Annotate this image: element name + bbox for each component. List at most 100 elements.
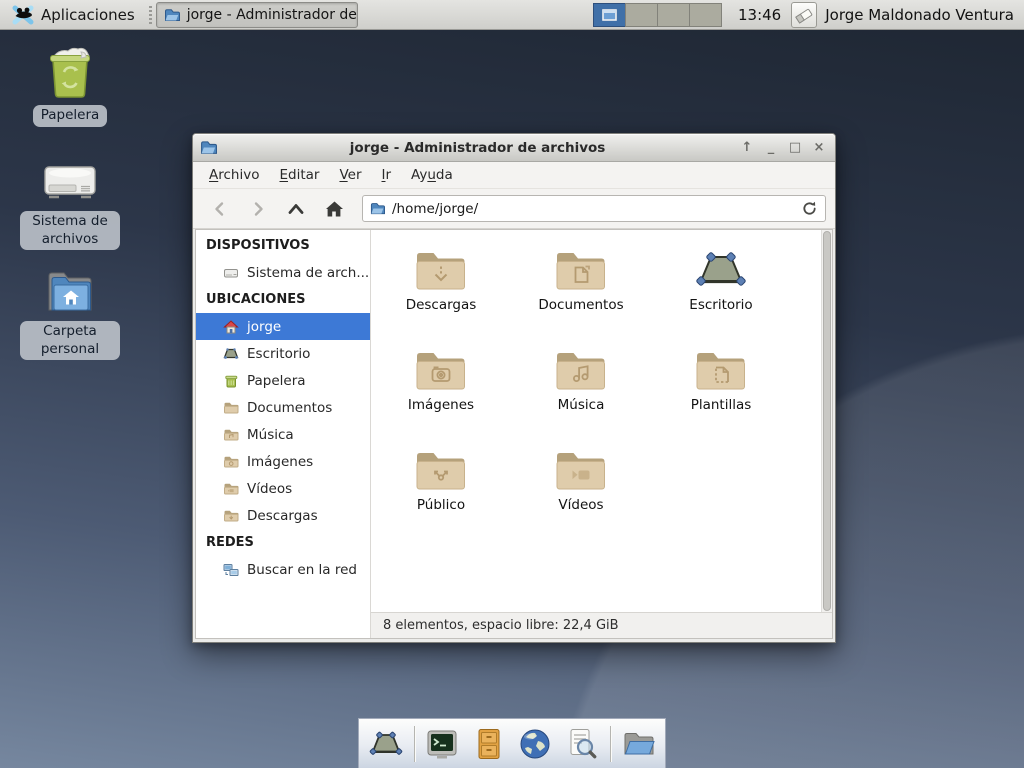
sidebar-header-places: UBICACIONES [196, 286, 370, 313]
file-manager-window: jorge - Administrador de archivos ↑ _ □ … [192, 133, 836, 643]
file-tile-escritorio[interactable]: Escritorio [651, 240, 791, 340]
path-text[interactable]: /home/jorge/ [392, 201, 478, 217]
file-tile-videos[interactable]: Vídeos [511, 440, 651, 540]
sidebar-item-network-search[interactable]: Buscar en la red [196, 556, 370, 583]
desktop-icon [223, 346, 239, 362]
path-bar[interactable]: /home/jorge/ [362, 195, 826, 222]
xfce-logo-icon [12, 4, 34, 26]
file-label: Descargas [406, 297, 477, 313]
file-label: Escritorio [689, 297, 752, 313]
desktop-icon-home[interactable]: Carpeta personal [20, 268, 120, 360]
menu-ir[interactable]: Ir [372, 164, 402, 186]
window-content: DISPOSITIVOS Sistema de arch... UBICACIO… [195, 229, 833, 639]
folder-download-icon [414, 247, 468, 293]
terminal-icon [425, 727, 459, 761]
sidebar-item-music[interactable]: Música [196, 421, 370, 448]
statusbar-text: 8 elementos, espacio libre: 22,4 GiB [383, 618, 619, 633]
workspace-2[interactable] [625, 3, 658, 27]
terminal-launcher[interactable] [424, 724, 462, 764]
icon-view[interactable]: Descargas [371, 230, 832, 612]
network-icon [223, 562, 239, 578]
sidebar-item-videos[interactable]: Vídeos [196, 475, 370, 502]
user-name: Jorge Maldonado Ventura [825, 6, 1014, 24]
path-folder-icon [370, 201, 385, 216]
user-switcher-button[interactable] [791, 2, 817, 28]
file-cabinet-launcher[interactable] [470, 724, 508, 764]
main-pane: Descargas [371, 230, 832, 638]
menu-ver[interactable]: Ver [329, 164, 371, 186]
workspace-3[interactable] [657, 3, 690, 27]
folder-documents-icon [554, 247, 608, 293]
show-desktop-button[interactable] [367, 724, 405, 764]
sidebar-item-label: Escritorio [247, 346, 310, 362]
file-tile-imagenes[interactable]: Imágenes [371, 340, 511, 440]
titlebar[interactable]: jorge - Administrador de archivos ↑ _ □ … [193, 134, 835, 162]
file-tile-descargas[interactable]: Descargas [371, 240, 511, 340]
folder-public-icon [414, 447, 468, 493]
trash-icon [223, 373, 239, 389]
file-label: Documentos [538, 297, 623, 313]
file-manager-icon [621, 728, 655, 760]
menu-editar[interactable]: Editar [269, 164, 329, 186]
dock-separator [414, 726, 415, 762]
minimize-button[interactable]: _ [762, 139, 780, 157]
desktop-icon [694, 247, 748, 293]
sidebar-header-network: REDES [196, 529, 370, 556]
toolbar: /home/jorge/ [193, 189, 835, 229]
home-button[interactable] [316, 194, 352, 224]
window-title: jorge - Administrador de archivos [223, 140, 732, 156]
search-launcher[interactable] [563, 724, 601, 764]
web-browser-launcher[interactable] [517, 724, 555, 764]
file-tile-documentos[interactable]: Documentos [511, 240, 651, 340]
close-button[interactable]: × [810, 139, 828, 157]
sidebar-item-downloads[interactable]: Descargas [196, 502, 370, 529]
folder-icon [223, 454, 239, 470]
show-desktop-icon [369, 728, 403, 760]
folder-templates-icon [694, 347, 748, 393]
applications-menu-button[interactable]: Aplicaciones [6, 2, 141, 28]
mini-window-icon [602, 9, 617, 21]
forward-button[interactable] [240, 194, 276, 224]
taskbar-window-button[interactable]: jorge - Administrador de... [156, 2, 358, 28]
up-button[interactable] [278, 194, 314, 224]
sidebar-item-desktop[interactable]: Escritorio [196, 340, 370, 367]
file-manager-launcher[interactable] [619, 724, 657, 764]
reload-icon[interactable] [801, 200, 818, 217]
harddisk-icon [41, 160, 99, 206]
file-tile-musica[interactable]: Música [511, 340, 651, 440]
back-button[interactable] [202, 194, 238, 224]
menu-archivo[interactable]: Archivo [199, 164, 269, 186]
folder-pictures-icon [414, 347, 468, 393]
workspace-1[interactable] [593, 3, 626, 27]
bottom-dock [358, 718, 666, 768]
sidebar-item-pictures[interactable]: Imágenes [196, 448, 370, 475]
maximize-button[interactable]: □ [786, 139, 804, 157]
desktop-icon-trash[interactable]: Papelera [20, 44, 120, 127]
vertical-scrollbar[interactable] [821, 230, 832, 612]
file-manager-window-icon [164, 7, 180, 23]
sidebar-item-label: Papelera [247, 373, 306, 389]
folder-icon [223, 508, 239, 524]
shade-button[interactable]: ↑ [738, 139, 756, 157]
desktop-icon-filesystem[interactable]: Sistema de archivos [20, 160, 120, 250]
sidebar-item-filesystem[interactable]: Sistema de arch... [196, 259, 370, 286]
sidebar-item-documents[interactable]: Documentos [196, 394, 370, 421]
clock[interactable]: 13:46 [738, 6, 781, 24]
file-tile-plantillas[interactable]: Plantillas [651, 340, 791, 440]
trash-full-icon [41, 44, 99, 100]
scrollbar-thumb[interactable] [823, 231, 831, 611]
file-tile-publico[interactable]: Público [371, 440, 511, 540]
file-label: Música [558, 397, 605, 413]
sidebar-item-label: Sistema de arch... [247, 265, 369, 281]
folder-icon [223, 481, 239, 497]
folder-icon [223, 400, 239, 416]
sidebar-item-label: Música [247, 427, 294, 443]
sidebar-item-label: Descargas [247, 508, 318, 524]
menu-ayuda[interactable]: Ayuda [401, 164, 463, 186]
file-cabinet-icon [472, 727, 506, 761]
sidebar-item-trash[interactable]: Papelera [196, 367, 370, 394]
sidebar-item-label: Documentos [247, 400, 332, 416]
tasklist-handle [149, 6, 152, 24]
sidebar-item-home[interactable]: jorge [196, 313, 370, 340]
workspace-4[interactable] [689, 3, 722, 27]
